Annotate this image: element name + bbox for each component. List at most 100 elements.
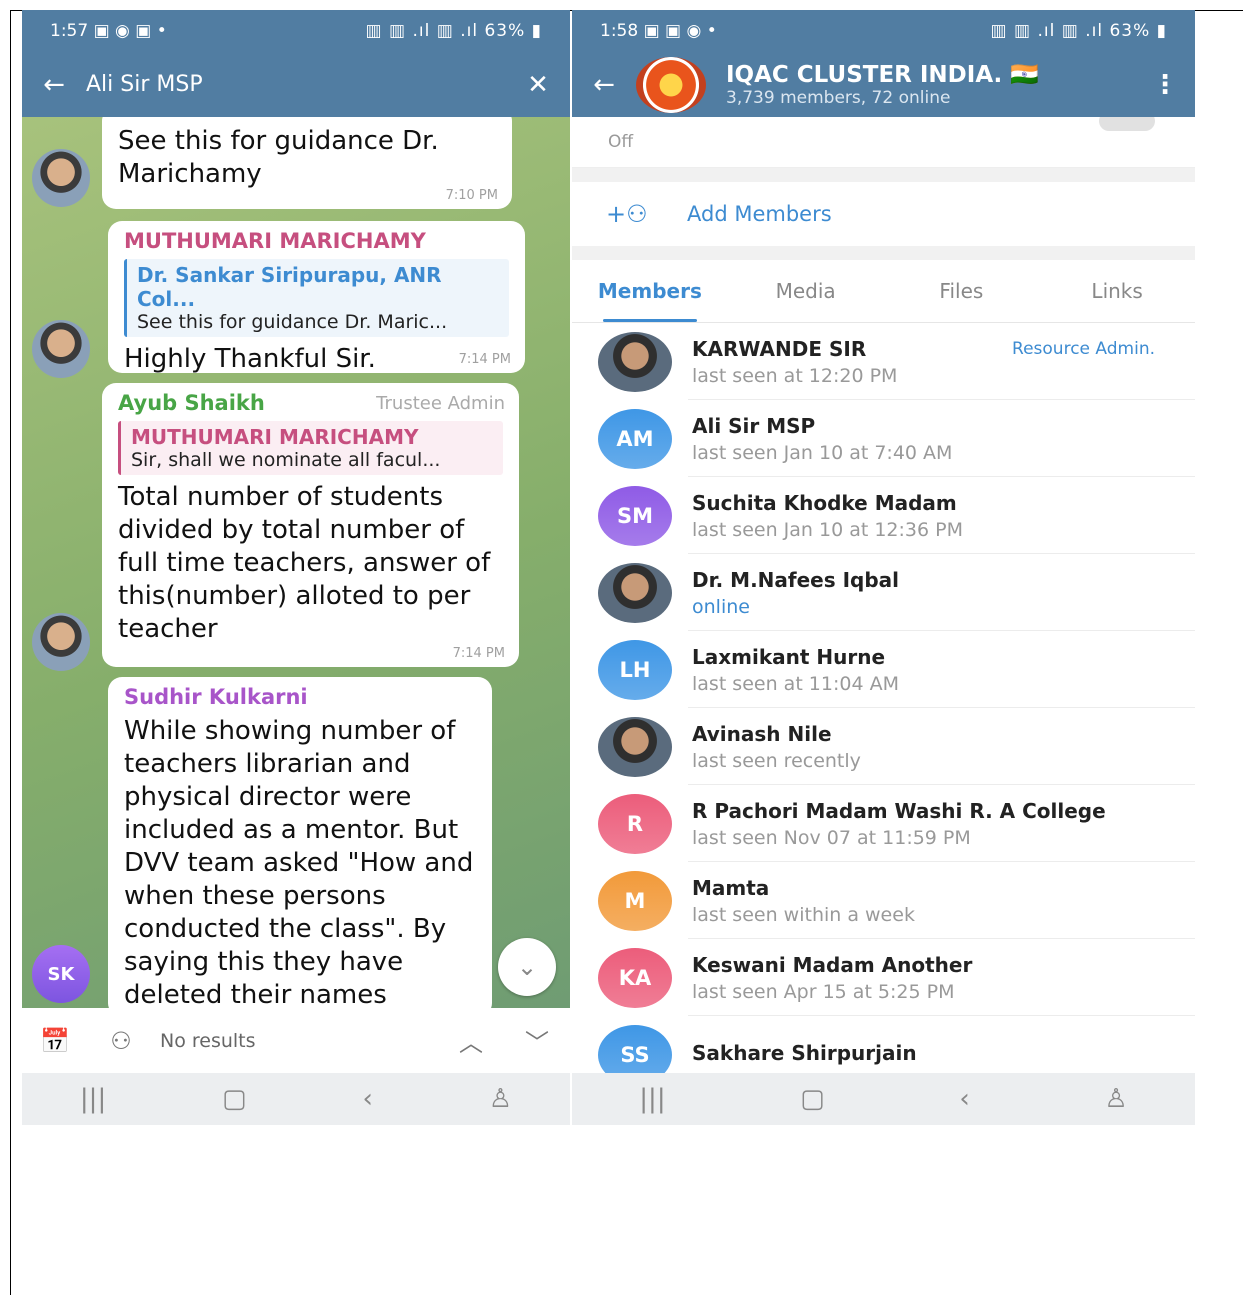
status-time: 1:58 ▣ ▣ ◉ • xyxy=(600,21,717,41)
message-time: 7:10 PM xyxy=(445,188,498,203)
member-name: Keswani Madam Another xyxy=(692,952,973,977)
message-bubble[interactable]: Ayub Shaikh Trustee Admin MUTHUMARI MARI… xyxy=(102,383,519,667)
message-text: Total number of students divided by tota… xyxy=(118,482,491,644)
system-nav-bar: ||| ▢ ‹ ♙ xyxy=(572,1073,1195,1125)
message-bubble[interactable]: Sudhir Kulkarni While showing number of … xyxy=(108,677,492,1008)
home-icon[interactable]: ▢ xyxy=(222,1084,247,1114)
group-header: ← IQAC CLUSTER INDIA. 🇮🇳 3,739 members, … xyxy=(572,52,1195,117)
avatar[interactable]: LH xyxy=(598,639,672,700)
member-name: Sakhare Shirpurjain xyxy=(692,1040,917,1065)
group-member-count: 3,739 members, 72 online xyxy=(726,88,951,108)
tab-media[interactable]: Media xyxy=(728,260,884,322)
back-arrow-icon[interactable]: ← xyxy=(22,70,86,100)
member-row[interactable]: SM Suchita Khodke Madam last seen Jan 10 a… xyxy=(572,477,1195,554)
member-row[interactable]: M Mamta last seen within a week xyxy=(572,862,1195,939)
member-list: KARWANDE SIR last seen at 12:20 PM Resourc… xyxy=(572,323,1195,1073)
member-status: last seen Nov 07 at 11:59 PM xyxy=(692,826,971,849)
home-icon[interactable]: ▢ xyxy=(800,1084,825,1114)
status-icons: ▥ ▥ .ıl ▥ .ıl 63% ▮ xyxy=(365,21,542,41)
more-menu-icon[interactable]: ⋮ xyxy=(1135,70,1195,100)
accessibility-icon[interactable]: ♙ xyxy=(1104,1084,1127,1114)
message-sender: Sudhir Kulkarni xyxy=(124,685,308,709)
avatar[interactable]: SM xyxy=(598,485,672,546)
status-bar: 1:57 ▣ ◉ ▣ • ▥ ▥ .ıl ▥ .ıl 63% ▮ xyxy=(22,10,570,52)
tab-links[interactable]: Links xyxy=(1039,260,1195,322)
member-status: last seen at 12:20 PM xyxy=(692,364,898,387)
message-sender: MUTHUMARI MARICHAMY xyxy=(124,229,426,253)
avatar[interactable]: SS xyxy=(598,1024,672,1073)
message-bubble[interactable]: MUTHUMARI MARICHAMY Dr. Sankar Siripurap… xyxy=(108,221,525,374)
avatar[interactable] xyxy=(598,331,672,392)
search-results-count: No results xyxy=(160,1029,256,1052)
reply-name: MUTHUMARI MARICHAMY xyxy=(131,425,419,449)
message-bubble[interactable]: See this for guidance Dr. Marichamy 7:10… xyxy=(102,117,512,209)
member-row[interactable]: AM Ali Sir MSP last seen Jan 10 at 7:40 AM xyxy=(572,400,1195,477)
avatar[interactable] xyxy=(32,320,90,378)
member-row[interactable]: R R Pachori Madam Washi R. A College last … xyxy=(572,785,1195,862)
member-name: Ali Sir MSP xyxy=(692,413,816,438)
member-row[interactable]: Avinash Nile last seen recently xyxy=(572,708,1195,785)
member-status: last seen within a week xyxy=(692,903,915,926)
status-time: 1:57 ▣ ◉ ▣ • xyxy=(50,21,167,41)
member-status: last seen recently xyxy=(692,749,861,772)
member-name: Avinash Nile xyxy=(692,721,832,746)
member-status: last seen Jan 10 at 12:36 PM xyxy=(692,518,963,541)
tab-members[interactable]: Members xyxy=(572,260,728,322)
member-status: online xyxy=(692,595,750,618)
group-title: IQAC CLUSTER INDIA. 🇮🇳 xyxy=(726,62,1039,88)
avatar[interactable] xyxy=(598,562,672,623)
add-members-label: Add Members xyxy=(687,202,832,226)
member-name: Laxmikant Hurne xyxy=(692,644,886,669)
message-text: Highly Thankful Sir. xyxy=(124,344,376,374)
calendar-search-icon[interactable]: 📅 xyxy=(22,1027,88,1055)
chevron-down-icon: ⌄ xyxy=(516,953,538,981)
reply-name: Dr. Sankar Siripurapu, ANR Col... xyxy=(137,263,442,311)
back-icon[interactable]: ‹ xyxy=(959,1084,969,1114)
member-name: R Pachori Madam Washi R. A College xyxy=(692,798,1106,823)
setting-toggle[interactable] xyxy=(1099,117,1155,131)
scroll-down-button[interactable]: ⌄ xyxy=(498,938,556,996)
reply-quote[interactable]: MUTHUMARI MARICHAMY Sir, shall we nomina… xyxy=(118,421,503,475)
avatar[interactable] xyxy=(32,613,90,671)
member-row[interactable]: SS Sakhare Shirpurjain xyxy=(572,1016,1195,1073)
group-avatar[interactable] xyxy=(636,56,706,113)
status-icons: ▥ ▥ .ıl ▥ .ıl 63% ▮ xyxy=(990,21,1167,41)
close-icon[interactable]: ✕ xyxy=(506,70,570,100)
member-row[interactable]: LH Laxmikant Hurne last seen at 11:04 AM xyxy=(572,631,1195,708)
member-name: Dr. M.Nafees Iqbal xyxy=(692,567,900,592)
accessibility-icon[interactable]: ♙ xyxy=(489,1084,512,1114)
avatar[interactable]: SK xyxy=(32,945,90,1003)
avatar[interactable]: M xyxy=(598,870,672,931)
add-user-icon: +⚇ xyxy=(606,200,648,228)
user-search-icon[interactable]: ⚇ xyxy=(88,1027,154,1055)
chevron-down-icon[interactable]: ﹀ xyxy=(504,1023,570,1058)
chevron-up-icon[interactable]: ︿ xyxy=(438,1023,504,1058)
status-bar: 1:58 ▣ ▣ ◉ • ▥ ▥ .ıl ▥ .ıl 63% ▮ xyxy=(572,10,1195,52)
avatar[interactable] xyxy=(32,149,90,207)
avatar[interactable]: KA xyxy=(598,947,672,1008)
back-icon[interactable]: ‹ xyxy=(362,1084,372,1114)
setting-value: Off xyxy=(608,132,634,152)
back-arrow-icon[interactable]: ← xyxy=(572,70,636,100)
avatar[interactable]: R xyxy=(598,793,672,854)
group-info-screen: 1:58 ▣ ▣ ◉ • ▥ ▥ .ıl ▥ .ıl 63% ▮ ← IQAC … xyxy=(572,10,1195,1125)
group-info-content[interactable]: Off +⚇ Add Members Members Media Files L… xyxy=(572,117,1195,1073)
tab-files[interactable]: Files xyxy=(884,260,1040,322)
message-list[interactable]: See this for guidance Dr. Marichamy 7:10… xyxy=(22,117,570,1008)
recents-icon[interactable]: ||| xyxy=(80,1084,106,1114)
tab-bar: Members Media Files Links xyxy=(572,260,1195,323)
avatar[interactable]: AM xyxy=(598,408,672,469)
sender-role: Trustee Admin xyxy=(376,393,505,414)
add-members-button[interactable]: +⚇ Add Members xyxy=(572,182,1195,246)
avatar[interactable] xyxy=(598,716,672,777)
reply-text: Sir, shall we nominate all facul... xyxy=(131,449,441,471)
message-text: While showing number of teachers librari… xyxy=(124,716,474,1008)
member-row[interactable]: KARWANDE SIR last seen at 12:20 PM Resourc… xyxy=(572,323,1195,400)
recents-icon[interactable]: ||| xyxy=(639,1084,665,1114)
member-row[interactable]: Dr. M.Nafees Iqbal online xyxy=(572,554,1195,631)
member-row[interactable]: KA Keswani Madam Another last seen Apr 15 … xyxy=(572,939,1195,1016)
chat-screen: 1:57 ▣ ◉ ▣ • ▥ ▥ .ıl ▥ .ıl 63% ▮ ← Ali S… xyxy=(22,10,570,1125)
member-status: last seen Jan 10 at 7:40 AM xyxy=(692,441,953,464)
message-text: See this for guidance Dr. Marichamy xyxy=(118,126,439,189)
reply-quote[interactable]: Dr. Sankar Siripurapu, ANR Col... See th… xyxy=(124,259,509,337)
